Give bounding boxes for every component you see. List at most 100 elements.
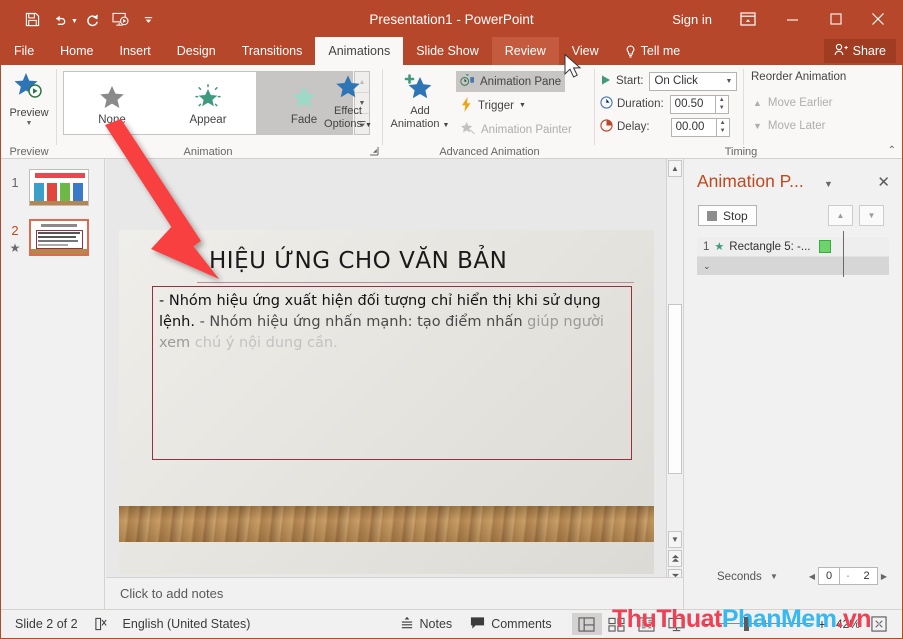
collapse-ribbon-icon[interactable]: ⌃: [888, 145, 896, 156]
zoom-control[interactable]: − + 42%: [704, 616, 860, 632]
language-indicator[interactable]: English (United States): [123, 617, 251, 631]
zoom-out-icon[interactable]: −: [704, 616, 712, 632]
tab-design[interactable]: Design: [164, 37, 229, 65]
animation-dialog-launcher[interactable]: [369, 146, 379, 158]
move-down-button[interactable]: ▼: [859, 205, 884, 226]
move-up-button[interactable]: ▲: [828, 205, 853, 226]
slide-vertical-scrollbar[interactable]: ▲ ▼: [666, 159, 683, 587]
trigger-label: Trigger: [478, 99, 514, 112]
slide-indicator[interactable]: Slide 2 of 2: [15, 617, 78, 631]
thumbnail-slide-2[interactable]: 2 ★: [1, 219, 105, 256]
seconds-dropdown-icon[interactable]: ▼: [770, 572, 778, 581]
preview-button[interactable]: Preview ▼: [4, 68, 54, 138]
ribbon-display-options-icon[interactable]: [726, 2, 770, 36]
notes-pane[interactable]: Click to add notes: [106, 577, 683, 609]
view-slide-sorter-button[interactable]: [602, 613, 632, 635]
duration-stepper[interactable]: ▲ ▼: [715, 94, 729, 114]
animation-pane-stop-button[interactable]: Stop: [698, 205, 757, 226]
animation-painter-button: Animation Painter: [456, 119, 576, 140]
animation-item-name: Rectangle 5: -...: [729, 240, 811, 253]
tab-file[interactable]: File: [1, 37, 47, 65]
animation-none[interactable]: None: [64, 72, 160, 134]
maximize-icon[interactable]: [814, 2, 858, 36]
tab-slide-show[interactable]: Slide Show: [403, 37, 492, 65]
start-slideshow-icon[interactable]: [108, 6, 134, 32]
add-animation-label-2: Animation ▼: [390, 118, 450, 130]
slide-body-placeholder[interactable]: - Nhóm hiệu ứng xuất hiện đối tượng chỉ …: [152, 286, 632, 460]
close-icon[interactable]: [858, 2, 902, 36]
animation-list-expand-icon[interactable]: ⌄: [697, 257, 889, 275]
zoom-slider[interactable]: [718, 616, 811, 632]
minimize-icon[interactable]: [770, 2, 814, 36]
tab-transitions[interactable]: Transitions: [229, 37, 316, 65]
move-earlier-button[interactable]: ▲ Move Earlier: [753, 93, 832, 113]
fit-to-window-icon[interactable]: [864, 613, 894, 635]
tab-animations[interactable]: Animations: [315, 37, 404, 65]
scroll-up-icon[interactable]: ▲: [668, 160, 682, 177]
customize-qat-icon[interactable]: [136, 6, 162, 32]
zoom-in-icon[interactable]: +: [818, 616, 826, 632]
view-reading-button[interactable]: [632, 613, 662, 635]
group-separator: [743, 69, 744, 145]
preview-button-label: Preview: [9, 107, 49, 119]
animation-pane: Animation P... ▼ ✕ Stop ▲ ▼ 1 ★ Rectangl…: [683, 159, 902, 609]
animation-pane-button[interactable]: Animation Pane: [456, 71, 566, 92]
tab-view[interactable]: View: [559, 37, 612, 65]
view-normal-button[interactable]: [571, 613, 602, 635]
redo-icon[interactable]: [80, 6, 106, 32]
zoom-percentage[interactable]: 42%: [826, 617, 860, 631]
slide-title[interactable]: HIỆU ỨNG CHO VĂN BẢN: [209, 248, 634, 274]
undo-dropdown-icon[interactable]: ▼: [71, 18, 78, 25]
animation-timing-bar[interactable]: [819, 240, 832, 253]
previous-slide-icon[interactable]: [668, 550, 682, 567]
timeline-scale: ◀ 0 ꞏ 2 ▶: [806, 567, 890, 585]
effect-options-label-1: Effect: [334, 105, 362, 117]
ribbon-group-timing: Start: On Click ▼ Duration: 00.50 ▲ ▼ De…: [596, 65, 757, 159]
share-button[interactable]: Share: [823, 39, 896, 63]
animation-appear[interactable]: Appear: [160, 72, 256, 134]
effect-options-button[interactable]: Effect Options ▼: [316, 69, 380, 139]
scale-left-icon[interactable]: ◀: [806, 572, 818, 581]
save-icon[interactable]: [19, 6, 45, 32]
trigger-button[interactable]: Trigger ▼: [456, 95, 530, 116]
preview-dropdown-icon[interactable]: ▼: [26, 120, 33, 127]
animation-gallery[interactable]: None Appear Fade: [63, 71, 353, 135]
notes-placeholder[interactable]: Click to add notes: [120, 586, 223, 601]
delay-input[interactable]: 00.00: [670, 117, 717, 137]
add-animation-button[interactable]: Add Animation ▼: [388, 69, 452, 139]
tab-review[interactable]: Review: [491, 37, 559, 65]
slide-edit-area[interactable]: HIỆU ỨNG CHO VĂN BẢN - Nhóm hiệu ứng xuấ…: [106, 159, 683, 609]
delay-stepper[interactable]: ▲ ▼: [716, 117, 730, 137]
powerpoint-window: ▼ Presentation1 - PowerPoint Sign in Fil…: [0, 0, 903, 639]
slide-canvas[interactable]: HIỆU ỨNG CHO VĂN BẢN - Nhóm hiệu ứng xuấ…: [119, 230, 654, 574]
animation-list-item[interactable]: 1 ★ Rectangle 5: -...: [697, 237, 889, 257]
spelling-icon[interactable]: [94, 617, 109, 631]
scale-end-value: 2: [856, 567, 878, 585]
tab-tell-me[interactable]: Tell me: [612, 37, 694, 65]
move-later-button[interactable]: ▼ Move Later: [753, 116, 825, 136]
add-animation-label-1: Add: [410, 105, 430, 117]
animation-list[interactable]: 1 ★ Rectangle 5: -... ⌄: [697, 237, 889, 277]
duration-input[interactable]: 00.50: [669, 94, 716, 114]
start-select[interactable]: On Click ▼: [649, 71, 738, 91]
scroll-down-icon[interactable]: ▼: [668, 531, 682, 548]
notes-button[interactable]: Notes: [400, 616, 452, 633]
start-dropdown-icon[interactable]: ▼: [726, 78, 733, 85]
comments-button[interactable]: Comments: [470, 616, 552, 633]
slide-thumbnail-pane[interactable]: 1 2 ★: [1, 159, 105, 609]
animation-pane-menu-icon[interactable]: ▼: [824, 179, 833, 189]
undo-icon[interactable]: [47, 6, 73, 32]
animation-item-order: 1: [703, 240, 710, 253]
view-slideshow-button[interactable]: [662, 613, 692, 635]
scroll-track[interactable]: [667, 178, 683, 530]
animation-pane-close-icon[interactable]: ✕: [877, 173, 890, 191]
thumbnail-slide-1[interactable]: 1: [1, 169, 105, 206]
tab-insert[interactable]: Insert: [107, 37, 164, 65]
zoom-slider-knob[interactable]: [743, 617, 749, 631]
sign-in-button[interactable]: Sign in: [658, 12, 726, 27]
scale-right-icon[interactable]: ▶: [878, 572, 890, 581]
move-later-label: Move Later: [767, 120, 826, 132]
scroll-thumb[interactable]: [668, 304, 682, 474]
trigger-dropdown-icon[interactable]: ▼: [519, 102, 526, 109]
tab-home[interactable]: Home: [47, 37, 106, 65]
